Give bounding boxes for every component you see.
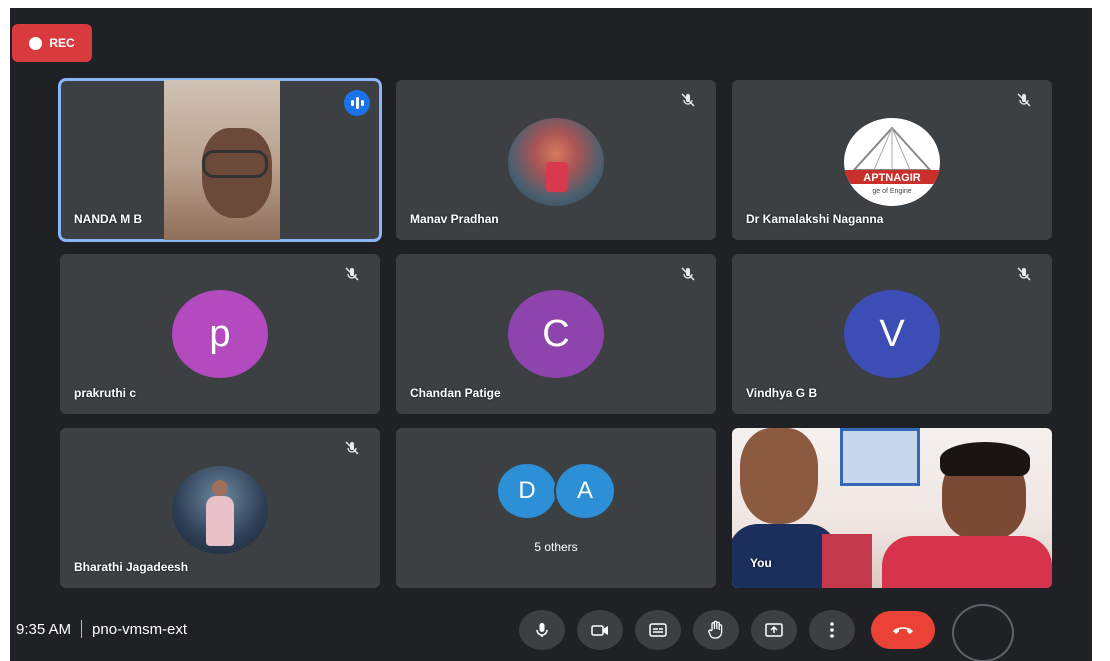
meeting-code: pno-vmsm-ext xyxy=(92,620,188,638)
participant-tile-prakruthi[interactable]: p prakruthi c xyxy=(60,254,380,414)
participant-name: Dr Kamalakshi Naganna xyxy=(746,212,884,226)
mic-off-icon xyxy=(1017,267,1031,281)
avatar-initial: p xyxy=(172,290,268,378)
self-view-tile[interactable]: You xyxy=(732,428,1052,588)
logo-text: APTNAGIR xyxy=(863,172,921,184)
profile-photo xyxy=(508,118,604,206)
avatar-initial: V xyxy=(844,290,940,378)
mic-off-icon xyxy=(1017,93,1031,107)
meet-window: REC NANDA M B Manav Pradhan APTNAGIR ge … xyxy=(10,8,1092,661)
recording-label: REC xyxy=(49,36,75,50)
meeting-info: 9:35 AM pno-vmsm-ext xyxy=(16,620,187,638)
control-bar: 9:35 AM pno-vmsm-ext xyxy=(10,596,1092,661)
participant-tile-manav[interactable]: Manav Pradhan xyxy=(396,80,716,240)
corner-ring-icon xyxy=(952,604,1014,661)
participant-tile-nanda[interactable]: NANDA M B xyxy=(58,78,382,242)
camera-off-icon xyxy=(591,625,608,636)
raise-hand-button[interactable] xyxy=(693,610,739,650)
record-dot-icon xyxy=(29,36,43,50)
college-logo: APTNAGIR ge of Engine xyxy=(844,118,940,206)
end-call-button[interactable] xyxy=(871,611,935,649)
captions-button[interactable] xyxy=(635,610,681,650)
captions-icon xyxy=(649,623,667,637)
participant-name: Manav Pradhan xyxy=(410,212,499,226)
speaking-indicator-icon xyxy=(344,90,370,116)
participant-tile-chandan[interactable]: C Chandan Patige xyxy=(396,254,716,414)
separator xyxy=(81,620,83,638)
microphone-button[interactable] xyxy=(519,610,565,650)
phone-hangup-icon xyxy=(893,627,913,634)
others-count-label: 5 others xyxy=(534,540,578,554)
mic-icon xyxy=(536,623,548,637)
logo-subtext: ge of Engine xyxy=(872,188,911,195)
mic-off-icon xyxy=(681,93,695,107)
present-button[interactable] xyxy=(751,610,797,650)
participant-name: prakruthi c xyxy=(74,386,137,400)
participant-tile-vindhya[interactable]: V Vindhya G B xyxy=(732,254,1052,414)
others-avatar: D xyxy=(496,462,558,520)
others-avatar: A xyxy=(554,462,616,520)
more-vert-icon xyxy=(830,622,834,638)
meeting-time: 9:35 AM xyxy=(16,620,72,638)
camera-button[interactable] xyxy=(577,610,623,650)
others-tile[interactable]: D A 5 others xyxy=(396,428,716,588)
present-screen-icon xyxy=(765,623,783,637)
more-options-button[interactable] xyxy=(809,610,855,650)
participant-name: Chandan Patige xyxy=(410,386,501,400)
participant-name: NANDA M B xyxy=(74,212,143,226)
participant-tile-bharathi[interactable]: Bharathi Jagadeesh xyxy=(60,428,380,588)
participant-tile-kamalakshi[interactable]: APTNAGIR ge of Engine Dr Kamalakshi Naga… xyxy=(732,80,1052,240)
profile-photo xyxy=(172,466,268,554)
participant-name: Vindhya G B xyxy=(746,386,818,400)
self-name: You xyxy=(750,556,772,570)
participant-name: Bharathi Jagadeesh xyxy=(74,560,189,574)
mic-off-icon xyxy=(345,441,359,455)
participant-video xyxy=(164,80,280,240)
mic-off-icon xyxy=(345,267,359,281)
recording-badge: REC xyxy=(12,24,92,62)
self-video xyxy=(732,428,1052,588)
hand-icon xyxy=(708,620,723,639)
avatar-initial: C xyxy=(508,290,604,378)
mic-off-icon xyxy=(681,267,695,281)
